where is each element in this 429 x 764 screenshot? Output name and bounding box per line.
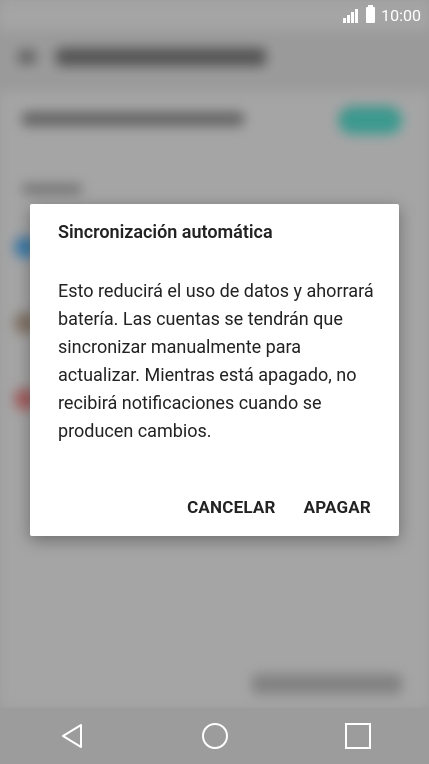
screen: 10:00 Sincronización automática Esto red… [0,0,429,764]
dialog-message: Esto reducirá el uso de datos y ahorrará… [58,281,374,442]
navigation-bar [0,708,429,764]
back-button[interactable] [52,716,92,756]
back-icon [61,724,82,748]
home-icon [201,723,228,749]
status-bar: 10:00 [0,0,429,30]
dialog-actions: CANCELAR APAGAR [187,498,371,518]
signal-icon [342,7,359,23]
dialog-title: Sincronización automática [58,222,273,243]
home-button[interactable] [195,716,235,756]
cancel-button[interactable]: CANCELAR [187,498,276,518]
recents-icon [344,723,371,749]
turn-off-button[interactable]: APAGAR [304,498,371,518]
battery-icon [366,5,376,23]
auto-sync-dialog: Sincronización automática Esto reducirá … [30,204,399,536]
recents-button[interactable] [338,716,378,756]
status-time: 10:00 [381,5,421,25]
